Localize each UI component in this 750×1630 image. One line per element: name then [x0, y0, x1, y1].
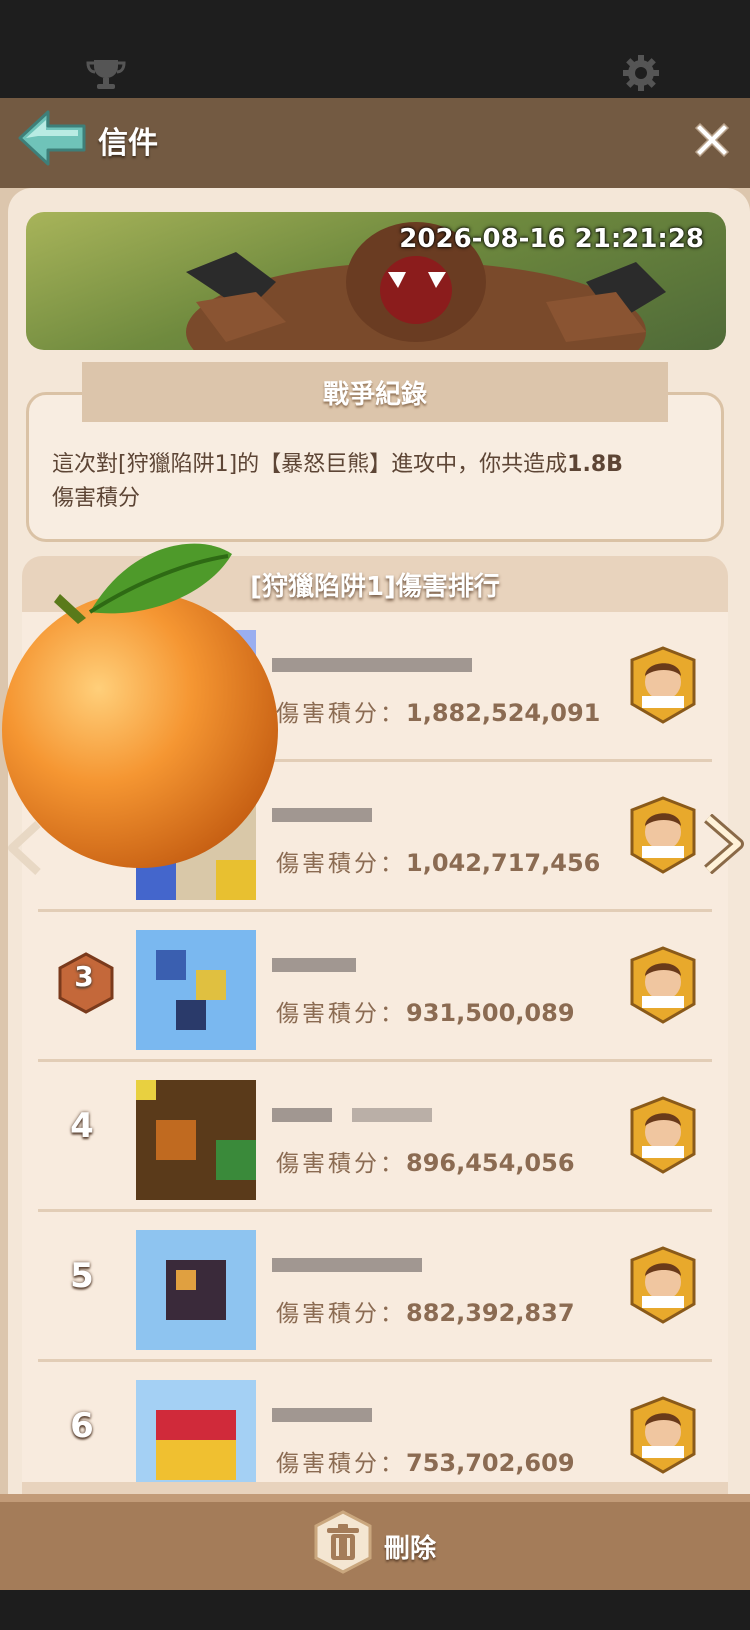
- player-name-censored: [272, 1108, 432, 1122]
- battle-banner: 2026-08-16 21:21:28: [26, 212, 726, 350]
- damage-score-value: 753,702,609: [406, 1449, 575, 1477]
- orange-sticker-overlay: [2, 543, 278, 868]
- ranking-row[interactable]: 3 傷害積分：931,500,089: [22, 912, 728, 1062]
- hero-portrait-icon[interactable]: [628, 946, 698, 1024]
- damage-score: 傷害積分：896,454,056: [276, 1144, 575, 1178]
- trash-icon[interactable]: [312, 1510, 374, 1574]
- player-avatar[interactable]: [136, 1380, 256, 1482]
- damage-score-label: 傷害積分：: [276, 1001, 406, 1027]
- battle-record-heading: 戰爭紀錄: [322, 379, 427, 410]
- hero-portrait-icon[interactable]: [628, 646, 698, 724]
- rank-number: 6: [70, 1406, 94, 1446]
- record-text-suffix: 傷害積分: [52, 486, 141, 511]
- damage-score-value: 896,454,056: [406, 1149, 575, 1177]
- hero-portrait-icon[interactable]: [628, 1246, 698, 1324]
- hero-portrait-icon[interactable]: [628, 796, 698, 874]
- rank-number: 4: [70, 1106, 94, 1146]
- footer-strip: [0, 1494, 750, 1502]
- player-avatar[interactable]: [136, 1080, 256, 1200]
- damage-score-label: 傷害積分：: [276, 1301, 406, 1327]
- ranking-row[interactable]: 6 傷害積分：753,702,609: [22, 1362, 728, 1482]
- damage-score: 傷害積分：882,392,837: [276, 1294, 575, 1328]
- page-title: 信件: [98, 126, 158, 161]
- damage-score-value: 1,042,717,456: [406, 849, 601, 877]
- player-name-censored: [272, 1408, 372, 1422]
- ranking-row[interactable]: 4 傷害積分：896,454,056: [22, 1062, 728, 1212]
- battle-record-text: 這次對[狩獵陷阱1]的【暴怒巨熊】進攻中，你共造成1.8B 傷害積分: [52, 448, 702, 516]
- damage-score-value: 1,882,524,091: [406, 699, 601, 727]
- damage-score: 傷害積分：753,702,609: [276, 1444, 575, 1478]
- delete-button-label[interactable]: 刪除: [384, 1528, 436, 1565]
- status-top-bar: [0, 0, 750, 98]
- damage-score: 傷害積分：1,882,524,091: [276, 694, 600, 728]
- next-mail-arrow-icon[interactable]: [700, 814, 744, 874]
- player-avatar[interactable]: [136, 930, 256, 1050]
- damage-score-value: 931,500,089: [406, 999, 575, 1027]
- damage-score-label: 傷害積分：: [276, 701, 406, 727]
- damage-score-label: 傷害積分：: [276, 1151, 406, 1177]
- trophy-icon[interactable]: [86, 56, 126, 92]
- damage-score-label: 傷害積分：: [276, 1451, 406, 1477]
- battle-record-ribbon: 戰爭紀錄: [82, 362, 668, 422]
- damage-score: 傷害積分：1,042,717,456: [276, 844, 600, 878]
- ranking-row[interactable]: 5 傷害積分：882,392,837: [22, 1212, 728, 1362]
- gear-icon[interactable]: [622, 54, 660, 92]
- close-icon[interactable]: [690, 118, 734, 162]
- back-arrow-icon[interactable]: [16, 108, 88, 168]
- mail-footer-bar: [0, 1494, 750, 1590]
- damage-score-value: 882,392,837: [406, 1299, 575, 1327]
- bottom-system-bar: [0, 1590, 750, 1630]
- rank-number: 5: [70, 1256, 94, 1296]
- player-avatar[interactable]: [136, 1230, 256, 1350]
- player-name-censored: [272, 1258, 422, 1272]
- rank-number: 3: [74, 960, 94, 993]
- hero-portrait-icon[interactable]: [628, 1096, 698, 1174]
- hero-portrait-icon[interactable]: [628, 1396, 698, 1474]
- record-damage-value: 1.8B: [567, 452, 623, 477]
- damage-score-label: 傷害積分：: [276, 851, 406, 877]
- player-name-censored: [272, 958, 356, 972]
- player-name-censored: [272, 808, 372, 822]
- damage-score: 傷害積分：931,500,089: [276, 994, 575, 1028]
- record-text-prefix: 這次對[狩獵陷阱1]的【暴怒巨熊】進攻中，你共造成: [52, 452, 568, 477]
- damage-ranking-title: [狩獵陷阱1]傷害排行: [250, 571, 500, 602]
- player-name-censored: [272, 658, 472, 672]
- mail-timestamp: 2026-08-16 21:21:28: [399, 224, 704, 254]
